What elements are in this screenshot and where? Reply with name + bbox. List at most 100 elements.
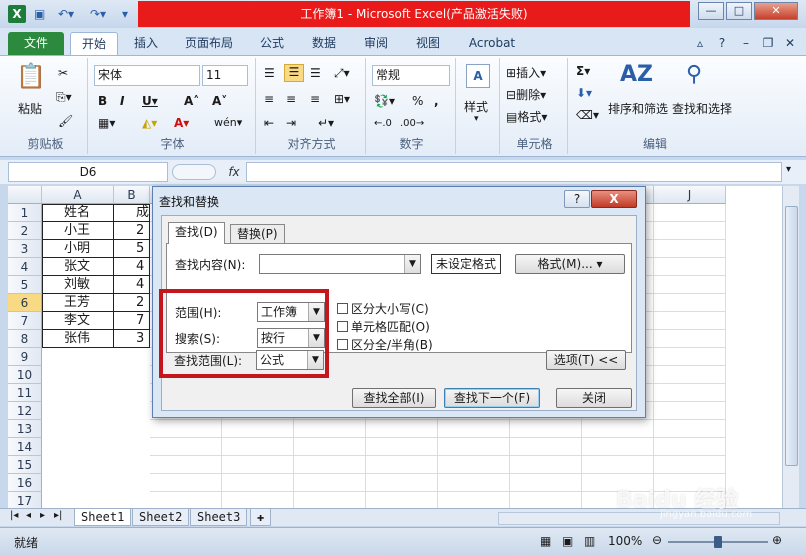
maximize-button[interactable]: □ — [726, 2, 752, 20]
insert-cells-button[interactable]: ⊞插入▾ — [506, 64, 546, 81]
format-cells-button[interactable]: ▤格式▾ — [506, 108, 547, 125]
row-header-2[interactable]: 2 — [8, 222, 42, 240]
insert-sheet-icon[interactable]: ✚ — [250, 509, 272, 526]
page-break-view-icon[interactable]: ▥ — [584, 534, 595, 548]
find-all-button[interactable]: 查找全部(I) — [352, 388, 436, 408]
align-bottom-icon[interactable]: ☰ — [310, 66, 321, 80]
autosum-icon[interactable]: Σ▾ — [576, 64, 590, 78]
tab-insert[interactable]: 插入 — [126, 32, 166, 55]
cell-f17[interactable] — [366, 492, 438, 508]
cell-i13[interactable] — [582, 420, 654, 438]
sort-filter-icon[interactable]: AZ — [620, 62, 653, 87]
font-name-select[interactable]: 宋体 — [94, 65, 200, 86]
select-all-corner[interactable] — [8, 186, 42, 204]
cell-b8[interactable]: 3 — [114, 330, 150, 348]
zoom-level[interactable]: 100% — [608, 534, 642, 548]
bold-icon[interactable]: B — [98, 94, 107, 108]
cell-h16[interactable] — [510, 474, 582, 492]
row-header-6[interactable]: 6 — [8, 294, 42, 312]
column-header-a[interactable]: A — [42, 186, 114, 204]
cell-j1[interactable] — [654, 204, 726, 222]
name-box[interactable]: D6 — [8, 162, 168, 182]
cell-j6[interactable] — [654, 294, 726, 312]
comma-icon[interactable]: , — [434, 94, 439, 108]
workbook-restore-icon[interactable]: ❐ — [758, 32, 778, 55]
cell-j4[interactable] — [654, 258, 726, 276]
cell-d16[interactable] — [222, 474, 294, 492]
tab-file[interactable]: 文件 — [8, 32, 64, 55]
cell-c17[interactable] — [150, 492, 222, 508]
find-what-input[interactable]: ▼ — [259, 254, 421, 274]
cell-j5[interactable] — [654, 276, 726, 294]
align-middle-icon[interactable]: ☰ — [284, 64, 304, 82]
cell-j8[interactable] — [654, 330, 726, 348]
cell-f13[interactable] — [366, 420, 438, 438]
wrap-text-icon[interactable]: ↵▾ — [318, 116, 334, 130]
cell-a4[interactable]: 张文 — [42, 258, 114, 276]
close-dialog-button[interactable]: 关闭 — [556, 388, 632, 408]
cell-b7[interactable]: 7 — [114, 312, 150, 330]
increase-indent-icon[interactable]: ⇥ — [286, 116, 296, 130]
cell-d17[interactable] — [222, 492, 294, 508]
redo-icon[interactable]: ↷▾ — [90, 6, 106, 22]
cell-b4[interactable]: 4 — [114, 258, 150, 276]
cell-f15[interactable] — [366, 456, 438, 474]
orientation-icon[interactable]: ⤢▾ — [334, 66, 350, 81]
sheet-prev-icon[interactable]: ◂ — [26, 510, 31, 521]
customize-qat-icon[interactable]: ▾ — [122, 6, 128, 22]
cell-h17[interactable] — [510, 492, 582, 508]
currency-icon[interactable]: 💱▾ — [374, 94, 395, 108]
undo-icon[interactable]: ↶▾ — [58, 6, 74, 22]
search-select[interactable]: 按行 ▼ — [257, 328, 325, 348]
cell-f14[interactable] — [366, 438, 438, 456]
sheet-tab-1[interactable]: Sheet1 — [74, 509, 132, 526]
cell-a5[interactable]: 刘敏 — [42, 276, 114, 294]
styles-dropdown-icon[interactable]: ▾ — [474, 114, 479, 124]
match-entire-checkbox[interactable]: 单元格匹配(O) — [337, 320, 430, 334]
cell-h13[interactable] — [510, 420, 582, 438]
cell-g15[interactable] — [438, 456, 510, 474]
cell-d13[interactable] — [222, 420, 294, 438]
vertical-scrollbar[interactable] — [782, 186, 799, 508]
styles-icon[interactable]: A — [466, 64, 490, 88]
expand-formula-icon[interactable]: ▾ — [786, 164, 791, 175]
italic-icon[interactable]: I — [120, 94, 124, 108]
column-header-b[interactable]: B — [114, 186, 150, 204]
look-in-select[interactable]: 公式 ▼ — [256, 350, 324, 370]
zoom-slider[interactable] — [668, 536, 768, 548]
copy-icon[interactable]: ⎘▾ — [56, 90, 72, 105]
row-header-3[interactable]: 3 — [8, 240, 42, 258]
sheet-first-icon[interactable]: |◂ — [10, 510, 18, 521]
cell-a8[interactable]: 张伟 — [42, 330, 114, 348]
delete-cells-button[interactable]: ⊟删除▾ — [506, 86, 546, 103]
cell-j2[interactable] — [654, 222, 726, 240]
cell-e17[interactable] — [294, 492, 366, 508]
cell-b3[interactable]: 5 — [114, 240, 150, 258]
cell-b6[interactable]: 2 — [114, 294, 150, 312]
fill-icon[interactable]: ⬇▾ — [576, 86, 592, 100]
row-header-4[interactable]: 4 — [8, 258, 42, 276]
find-what-dropdown-icon[interactable]: ▼ — [404, 255, 420, 273]
cell-j15[interactable] — [654, 456, 726, 474]
tab-acrobat[interactable]: Acrobat — [460, 32, 524, 55]
tab-home[interactable]: 开始 — [70, 32, 118, 55]
save-icon[interactable]: ▣ — [34, 6, 45, 22]
format-button[interactable]: 格式(M)... ▾ — [515, 254, 625, 274]
align-center-icon[interactable]: ≡ — [286, 92, 296, 106]
insert-function-icon[interactable]: fx — [224, 162, 244, 182]
normal-view-icon[interactable]: ▦ — [540, 534, 551, 548]
zoom-in-icon[interactable]: ⊕ — [772, 533, 782, 547]
find-next-button[interactable]: 查找下一个(F) — [444, 388, 540, 408]
look-in-dropdown-icon[interactable]: ▼ — [307, 351, 323, 369]
within-dropdown-icon[interactable]: ▼ — [308, 303, 324, 321]
format-painter-icon[interactable]: 🖌 — [58, 114, 73, 128]
percent-icon[interactable]: % — [412, 94, 423, 108]
cell-i14[interactable] — [582, 438, 654, 456]
cell-j10[interactable] — [654, 366, 726, 384]
font-color-icon[interactable]: A▾ — [174, 116, 189, 130]
row-header-9[interactable]: 9 — [8, 348, 42, 366]
row-header-12[interactable]: 12 — [8, 402, 42, 420]
excel-app-icon[interactable]: X — [8, 5, 26, 23]
row-header-14[interactable]: 14 — [8, 438, 42, 456]
row-header-10[interactable]: 10 — [8, 366, 42, 384]
